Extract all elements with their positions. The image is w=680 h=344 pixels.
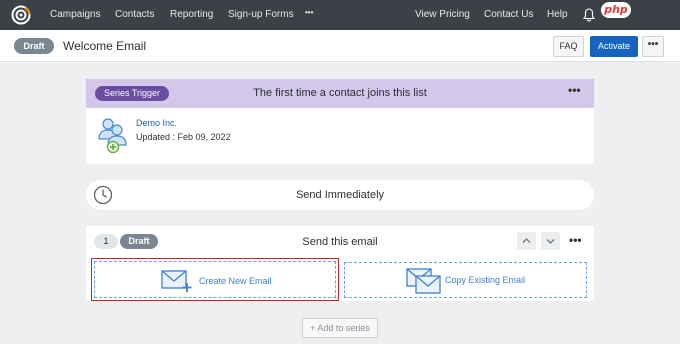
trigger-list-card: Demo Inc. Updated : Feb 09, 2022 (86, 108, 594, 164)
php-watermark: php (601, 2, 631, 18)
nav-contacts[interactable]: Contacts (115, 9, 154, 20)
nav-more-menu[interactable]: ••• (305, 8, 313, 17)
more-options-button[interactable]: ••• (642, 36, 664, 57)
step-status-badge: Draft (120, 234, 158, 249)
activate-button[interactable]: Activate (590, 36, 638, 57)
create-new-email-option[interactable]: Create New Email (91, 258, 339, 301)
trigger-more-button[interactable]: ••• (568, 83, 581, 97)
page-title[interactable]: Welcome Email (63, 39, 146, 53)
nav-help[interactable]: Help (547, 9, 568, 20)
faq-button[interactable]: FAQ (553, 36, 584, 57)
nav-campaigns[interactable]: Campaigns (50, 9, 101, 20)
send-timing-label: Send Immediately (295, 189, 385, 201)
copy-existing-email-label: Copy Existing Email (445, 275, 526, 285)
list-updated-date: Updated : Feb 09, 2022 (136, 132, 231, 142)
step-more-button[interactable]: ••• (569, 233, 582, 247)
add-to-series-button[interactable]: + Add to series (302, 318, 378, 338)
bell-icon[interactable] (583, 8, 595, 22)
top-nav: Campaigns Contacts Reporting Sign-up For… (0, 0, 680, 30)
new-email-icon (161, 270, 192, 292)
series-trigger-badge: Series Trigger (95, 86, 169, 101)
move-down-button[interactable] (541, 232, 560, 250)
send-timing-row[interactable]: Send Immediately (86, 180, 594, 210)
move-up-button[interactable] (517, 232, 536, 250)
chevron-up-icon (522, 238, 531, 243)
nav-contact-us[interactable]: Contact Us (484, 9, 533, 20)
constant-contact-logo-icon[interactable] (11, 5, 31, 25)
step-number-badge: 1 (94, 234, 118, 249)
chevron-down-icon (546, 239, 555, 244)
create-new-email-dropzone: Create New Email (94, 261, 336, 298)
contact-list-icon (98, 118, 127, 154)
contact-list-link[interactable]: Demo Inc. (136, 118, 177, 128)
email-step-card: Send this email 1 Draft ••• Create New E… (86, 226, 594, 301)
copy-existing-email-option[interactable]: Copy Existing Email (344, 262, 587, 298)
status-badge: Draft (14, 38, 54, 54)
page-header: Draft Welcome Email FAQ Activate ••• (0, 30, 680, 62)
create-new-email-label: Create New Email (199, 276, 272, 286)
copy-email-icon (406, 268, 441, 294)
nav-signup-forms[interactable]: Sign-up Forms (228, 9, 294, 20)
nav-view-pricing[interactable]: View Pricing (415, 9, 470, 20)
series-trigger-header: The first time a contact joins this list… (86, 79, 594, 108)
nav-reporting[interactable]: Reporting (170, 9, 213, 20)
